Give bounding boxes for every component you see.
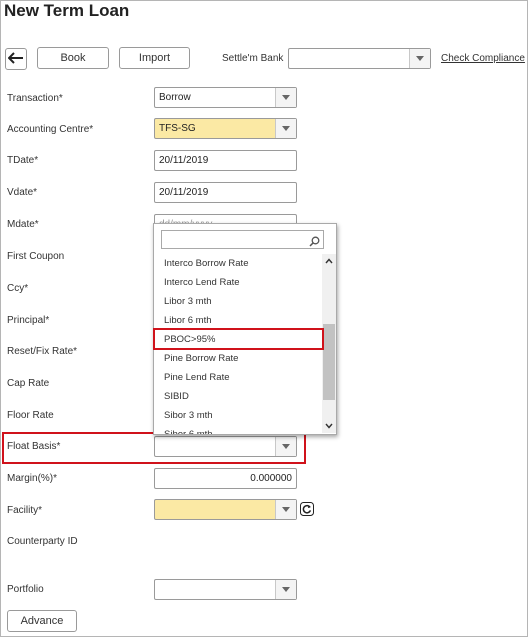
chevron-down-icon[interactable] <box>409 49 430 68</box>
reset-fix-rate-label: Reset/Fix Rate* <box>7 346 78 357</box>
chevron-up-icon[interactable] <box>325 256 333 266</box>
list-item[interactable]: SIBID <box>154 387 320 406</box>
advance-button[interactable]: Advance <box>7 610 77 632</box>
page-title: New Term Loan <box>4 1 130 20</box>
tdate-label: TDate* <box>7 155 39 166</box>
settle-bank-label: Settle'm Bank <box>222 53 284 64</box>
dropdown-search-input[interactable] <box>161 230 324 249</box>
selected-item-highlight <box>153 328 324 350</box>
dropdown-scrollbar[interactable] <box>322 254 336 433</box>
margin-value: 0.000000 <box>250 473 292 484</box>
accounting-centre-label: Accounting Centre* <box>7 124 94 135</box>
mdate-label: Mdate* <box>7 219 39 230</box>
transaction-value: Borrow <box>159 92 191 103</box>
settle-bank-select[interactable] <box>288 48 431 69</box>
list-item[interactable]: Interco Borrow Rate <box>154 254 320 273</box>
first-coupon-label: First Coupon <box>7 251 65 262</box>
chevron-down-icon[interactable] <box>325 421 333 431</box>
list-item[interactable]: Libor 3 mth <box>154 292 320 311</box>
portfolio-label: Portfolio <box>7 584 44 595</box>
list-item[interactable]: Sibor 3 mth <box>154 406 320 425</box>
check-compliance-link[interactable]: Check Compliance <box>441 53 525 64</box>
import-button[interactable]: Import <box>119 47 190 69</box>
list-item[interactable]: Pine Borrow Rate <box>154 349 320 368</box>
accounting-centre-select[interactable]: TFS-SG <box>154 118 297 139</box>
chevron-down-icon[interactable] <box>275 119 296 138</box>
book-button[interactable]: Book <box>37 47 109 69</box>
refresh-icon[interactable] <box>300 502 314 516</box>
accounting-centre-value: TFS-SG <box>159 123 196 134</box>
list-item[interactable]: Interco Lend Rate <box>154 273 320 292</box>
cap-rate-label: Cap Rate <box>7 378 50 389</box>
back-arrow-icon <box>7 51 24 67</box>
facility-label: Facility* <box>7 505 43 516</box>
list-item[interactable]: Sibor 6 mth <box>154 425 320 434</box>
floor-rate-label: Floor Rate <box>7 410 54 421</box>
transaction-select[interactable]: Borrow <box>154 87 297 108</box>
search-icon <box>309 234 320 252</box>
tdate-value: 20/11/2019 <box>159 155 209 166</box>
counterparty-id-label: Counterparty ID <box>7 536 78 547</box>
margin-label: Margin(%)* <box>7 473 58 484</box>
vdate-input[interactable]: 20/11/2019 <box>154 182 297 203</box>
vdate-label: Vdate* <box>7 187 38 198</box>
chevron-down-icon[interactable] <box>275 580 296 599</box>
facility-select[interactable] <box>154 499 297 520</box>
tdate-input[interactable]: 20/11/2019 <box>154 150 297 171</box>
vdate-value: 20/11/2019 <box>159 187 209 198</box>
chevron-down-icon[interactable] <box>275 88 296 107</box>
portfolio-select[interactable] <box>154 579 297 600</box>
margin-input[interactable]: 0.000000 <box>154 468 297 489</box>
principal-label: Principal* <box>7 315 50 326</box>
chevron-down-icon[interactable] <box>275 500 296 519</box>
scrollbar-thumb[interactable] <box>323 324 335 400</box>
list-item[interactable]: Pine Lend Rate <box>154 368 320 387</box>
transaction-label: Transaction* <box>7 93 63 104</box>
back-button[interactable] <box>5 48 27 70</box>
float-basis-highlight <box>2 432 306 464</box>
ccy-label: Ccy* <box>7 283 29 294</box>
